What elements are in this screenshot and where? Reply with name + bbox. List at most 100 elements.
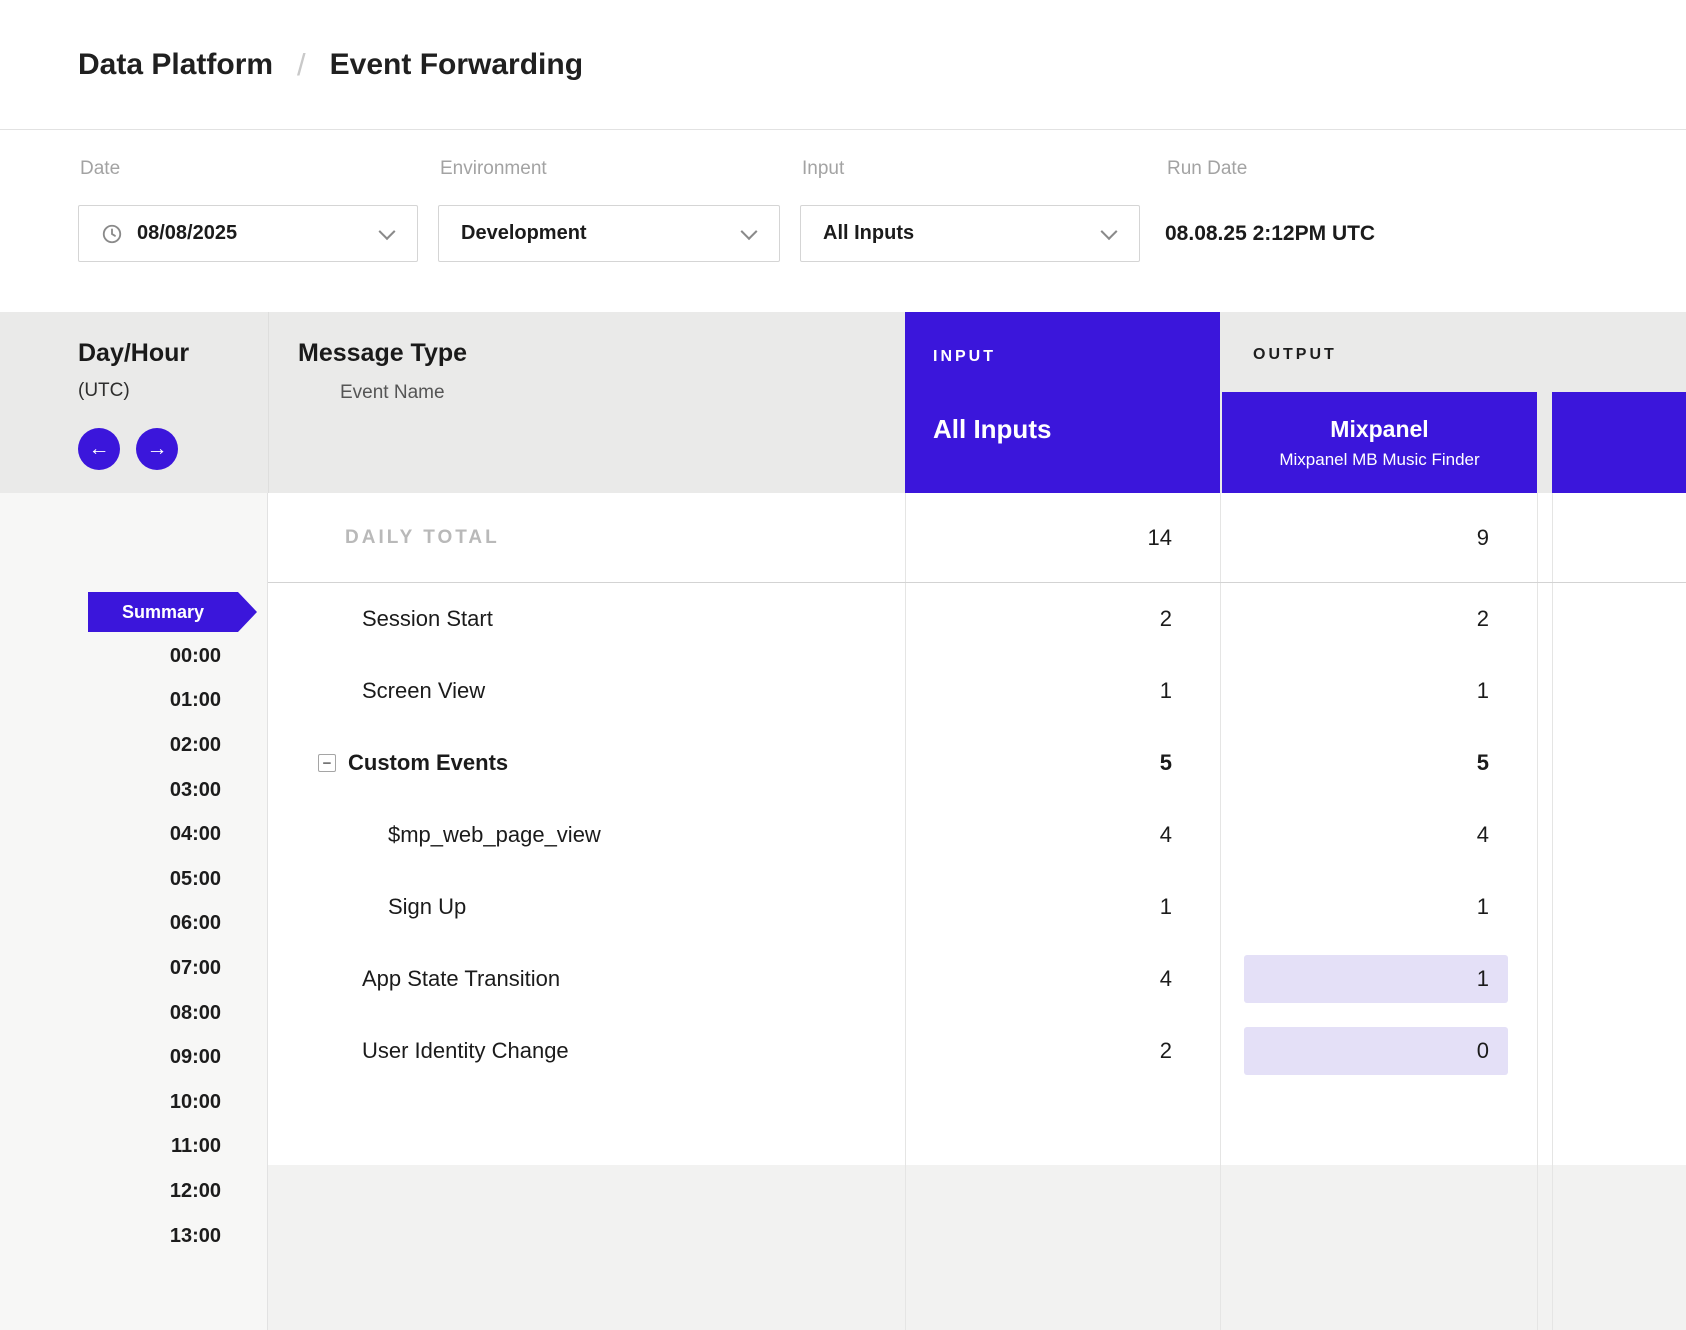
input-filter-label: Input (802, 158, 844, 180)
input-count-cell: 1 (905, 871, 1220, 943)
run-date-value-wrap: 08.08.25 2:12PM UTC (1165, 205, 1375, 262)
grid-footer (268, 1165, 1686, 1330)
event-name-cell: −Custom Events (268, 727, 905, 799)
event-name-cell: Sign Up (268, 871, 905, 943)
daily-total-label: DAILY TOTAL (268, 493, 905, 582)
event-name-label: $mp_web_page_view (388, 822, 601, 848)
event-rows: Session Start22Screen View11−Custom Even… (268, 583, 1686, 1087)
event-row: App State Transition41 (268, 943, 1686, 1015)
output-count-cell: 4 (1220, 799, 1537, 871)
hour-item[interactable]: 01:00 (0, 679, 267, 724)
event-name-label: Custom Events (348, 750, 508, 776)
chevron-down-icon (741, 223, 758, 240)
input-dropdown[interactable]: All Inputs (800, 205, 1140, 262)
hour-item[interactable]: 02:00 (0, 723, 267, 768)
environment-dropdown[interactable]: Development (438, 205, 780, 262)
output-column-title: Mixpanel (1330, 416, 1428, 443)
breadcrumb-section-link[interactable]: Data Platform (78, 48, 273, 82)
event-name-cell: App State Transition (268, 943, 905, 1015)
hour-item[interactable]: 08:00 (0, 991, 267, 1036)
output-count-cell: 2 (1220, 583, 1537, 655)
output-count-cell: 0 (1220, 1015, 1537, 1087)
event-name-label: User Identity Change (362, 1038, 569, 1064)
arrow-left-icon: ← (89, 437, 110, 461)
column-gap (1537, 799, 1552, 871)
environment-dropdown-value: Development (461, 222, 587, 245)
collapse-icon[interactable]: − (318, 754, 336, 772)
hour-item[interactable]: 11:00 (0, 1125, 267, 1170)
input-count-cell: 1 (905, 655, 1220, 727)
hour-item[interactable]: 05:00 (0, 857, 267, 902)
hour-item[interactable]: 09:00 (0, 1035, 267, 1080)
extra-output-cell (1552, 727, 1686, 799)
column-gap (1537, 493, 1552, 582)
event-row: User Identity Change 20 (268, 1015, 1686, 1087)
output-count-cell: 1 (1220, 871, 1537, 943)
event-name-cell: Session Start (268, 583, 905, 655)
event-name-cell: User Identity Change (268, 1015, 905, 1087)
event-name-cell: $mp_web_page_view (268, 799, 905, 871)
input-count-cell: 2 (905, 1015, 1220, 1087)
summary-badge[interactable]: Summary (88, 592, 257, 632)
output-column-header-partial[interactable] (1552, 392, 1686, 493)
output-count-cell: 1 (1220, 655, 1537, 727)
event-name-label: Session Start (362, 606, 493, 632)
arrow-right-icon: → (147, 437, 168, 461)
run-date-label: Run Date (1167, 158, 1247, 180)
hour-item[interactable]: 06:00 (0, 902, 267, 947)
output-count-cell: 1 (1220, 943, 1537, 1015)
daily-total-output-count: 9 (1220, 493, 1537, 582)
hour-item[interactable]: 04:00 (0, 812, 267, 857)
next-day-button[interactable]: → (136, 428, 178, 470)
output-section-label: OUTPUT (1253, 346, 1337, 364)
event-row: $mp_web_page_view44 (268, 799, 1686, 871)
event-name-subtitle: Event Name (340, 382, 445, 404)
filter-bar: Date 08/08/2025 Environment Development … (0, 130, 1686, 312)
output-column-subtitle: Mixpanel MB Music Finder (1279, 450, 1479, 470)
input-section-label: INPUT (933, 348, 996, 366)
hour-item[interactable]: 12:00 (0, 1169, 267, 1214)
date-dropdown-value: 08/08/2025 (137, 222, 237, 245)
event-name-label: Screen View (362, 678, 485, 704)
day-navigation: ← → (78, 428, 178, 470)
hour-item[interactable]: 00:00 (0, 634, 267, 679)
extra-output-cell (1552, 799, 1686, 871)
input-dropdown-value: All Inputs (823, 222, 914, 245)
output-count-cell: 5 (1220, 727, 1537, 799)
highlighted-count: 1 (1244, 955, 1508, 1003)
event-row: −Custom Events55 (268, 727, 1686, 799)
column-gap (1537, 655, 1552, 727)
event-row: Sign Up 11 (268, 871, 1686, 943)
daily-total-row: DAILY TOTAL 14 9 (268, 493, 1686, 583)
output-column-header-mixpanel[interactable]: Mixpanel Mixpanel MB Music Finder (1222, 392, 1537, 493)
hour-list: 00:0001:0002:0003:0004:0005:0006:0007:00… (0, 634, 267, 1258)
extra-output-cell (1552, 943, 1686, 1015)
input-count-cell: 4 (905, 943, 1220, 1015)
column-gap (1537, 871, 1552, 943)
column-divider (268, 312, 269, 493)
highlighted-count: 0 (1244, 1027, 1508, 1075)
date-filter-label: Date (80, 158, 120, 180)
hour-item[interactable]: 13:00 (0, 1214, 267, 1259)
column-gap (1537, 583, 1552, 655)
previous-day-button[interactable]: ← (78, 428, 120, 470)
input-column-header[interactable]: INPUT All Inputs (905, 312, 1220, 493)
column-gap (1537, 943, 1552, 1015)
event-row: Screen View 11 (268, 655, 1686, 727)
input-column-title: All Inputs (933, 414, 1051, 445)
extra-output-cell (1552, 871, 1686, 943)
column-gap (1537, 1015, 1552, 1087)
extra-output-cell (1552, 583, 1686, 655)
grid-body: Summary 00:0001:0002:0003:0004:0005:0006… (0, 493, 1686, 1330)
event-name-label: Sign Up (388, 894, 466, 920)
run-date-value: 08.08.25 2:12PM UTC (1165, 222, 1375, 246)
hour-item[interactable]: 07:00 (0, 946, 267, 991)
extra-output-cell (1552, 493, 1686, 582)
clock-icon (101, 223, 123, 245)
date-dropdown[interactable]: 08/08/2025 (78, 205, 418, 262)
extra-output-cell (1552, 655, 1686, 727)
hour-item[interactable]: 03:00 (0, 768, 267, 813)
hour-item[interactable]: 10:00 (0, 1080, 267, 1125)
daily-total-input-count: 14 (905, 493, 1220, 582)
environment-filter-label: Environment (440, 158, 547, 180)
